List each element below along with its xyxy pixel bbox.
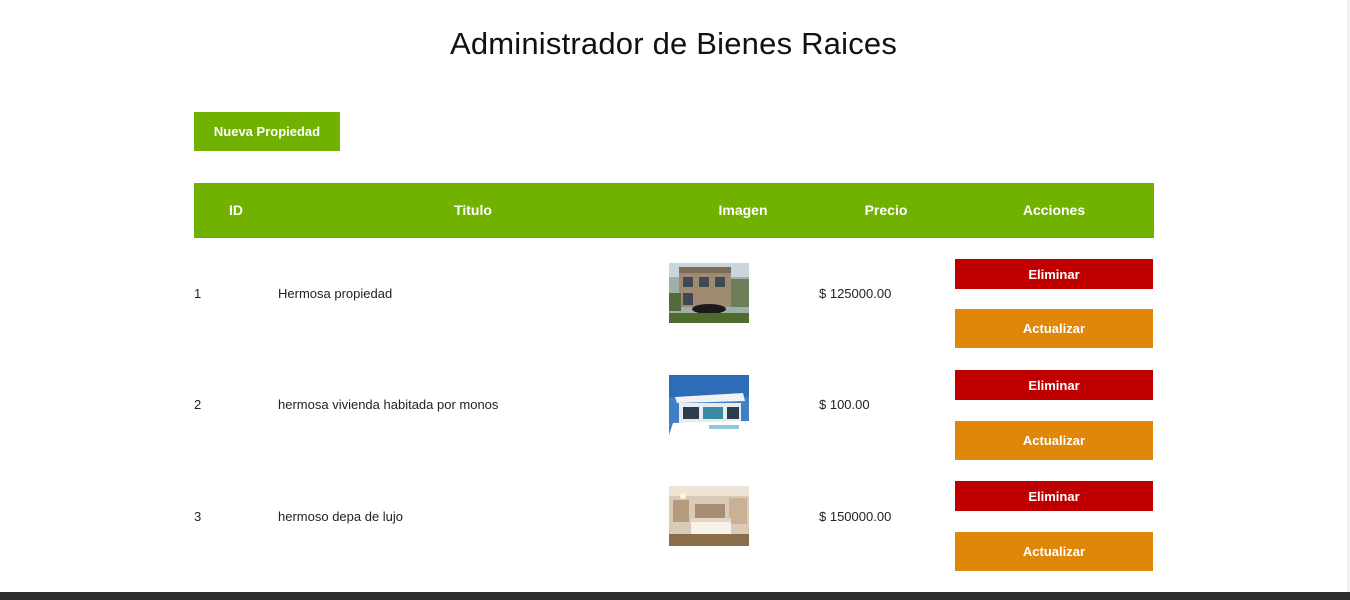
row-id: 2 bbox=[194, 397, 202, 412]
table-row: 1 Hermosa propiedad $ 125000.00 Eliminar… bbox=[194, 255, 1154, 366]
table-header: ID Titulo Imagen Precio Acciones bbox=[194, 183, 1154, 238]
page-title: Administrador de Bienes Raices bbox=[449, 26, 898, 61]
row-title: Hermosa propiedad bbox=[278, 286, 393, 301]
header-id: ID bbox=[229, 202, 243, 218]
house-thumbnail bbox=[669, 263, 749, 323]
bedroom-thumbnail bbox=[669, 486, 749, 546]
modern-house-thumbnail bbox=[669, 375, 749, 435]
new-property-button[interactable]: Nueva Propiedad bbox=[194, 112, 340, 151]
header-price: Precio bbox=[864, 202, 908, 218]
header-actions: Acciones bbox=[1022, 202, 1086, 218]
row-price: $ 150000.00 bbox=[819, 509, 892, 524]
header-image: Imagen bbox=[718, 202, 768, 218]
update-button[interactable]: Actualizar bbox=[955, 309, 1153, 348]
update-button[interactable]: Actualizar bbox=[955, 532, 1153, 571]
row-id: 1 bbox=[194, 286, 202, 301]
properties-table: ID Titulo Imagen Precio Acciones 1 Hermo… bbox=[194, 183, 1154, 571]
footer-bar bbox=[0, 592, 1350, 600]
delete-button[interactable]: Eliminar bbox=[955, 259, 1153, 289]
delete-button[interactable]: Eliminar bbox=[955, 481, 1153, 511]
row-title: hermoso depa de lujo bbox=[278, 509, 404, 524]
table-row: 2 hermosa vivienda habitada por monos $ … bbox=[194, 366, 1154, 477]
row-price: $ 100.00 bbox=[819, 397, 870, 412]
header-title: Titulo bbox=[454, 202, 492, 218]
row-title: hermosa vivienda habitada por monos bbox=[278, 397, 499, 412]
update-button[interactable]: Actualizar bbox=[955, 421, 1153, 460]
table-row: 3 hermoso depa de lujo $ 150000.00 Elimi… bbox=[194, 477, 1154, 588]
row-id: 3 bbox=[194, 509, 202, 524]
row-price: $ 125000.00 bbox=[819, 286, 892, 301]
delete-button[interactable]: Eliminar bbox=[955, 370, 1153, 400]
